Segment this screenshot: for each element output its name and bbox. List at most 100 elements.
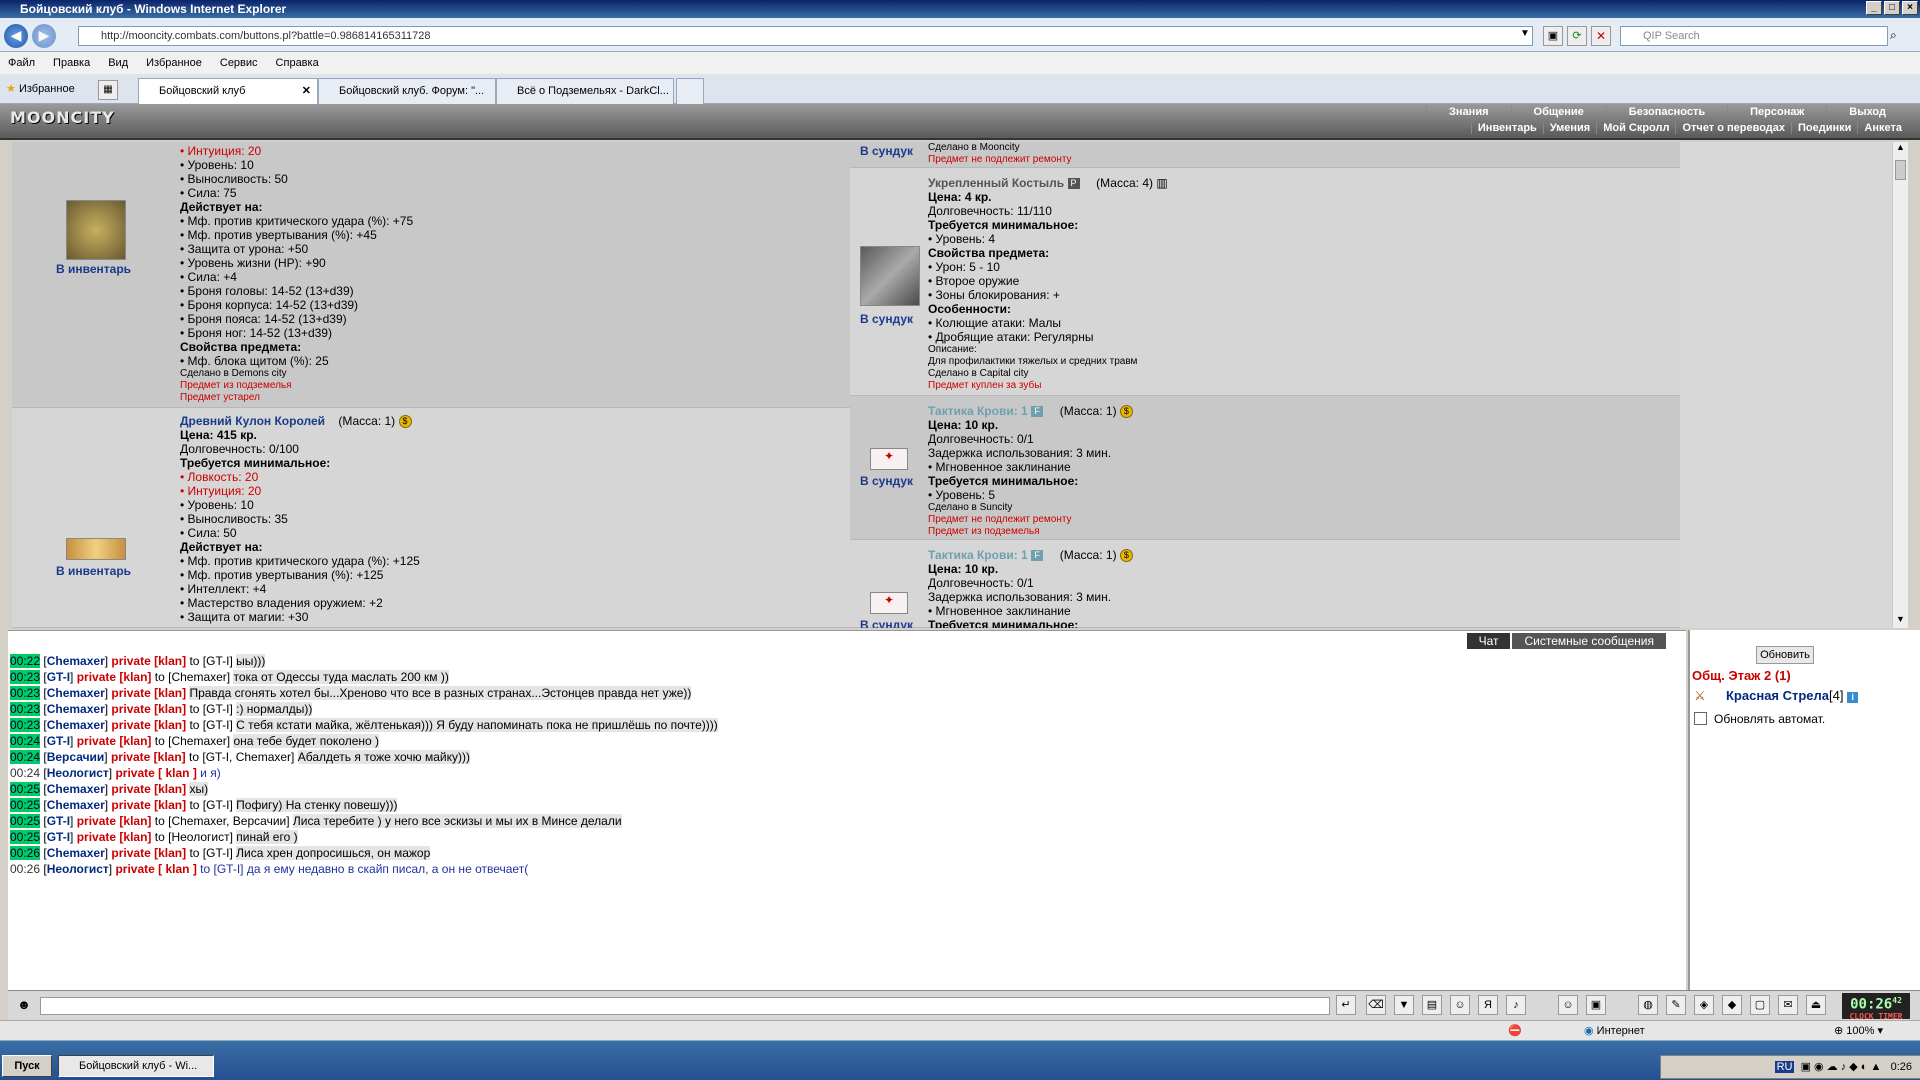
chat-time[interactable]: 00:23 [10, 702, 41, 716]
chat-author[interactable]: GT-I [47, 814, 70, 828]
chat-private-tag[interactable]: private [klan] [111, 702, 186, 716]
menu-edit[interactable]: Правка [53, 52, 90, 74]
user-name[interactable]: Красная Стрела [1726, 688, 1829, 703]
url-input[interactable]: http://mooncity.combats.com/buttons.pl?b… [78, 26, 1533, 46]
chat-recipient[interactable]: to [Chemaxer] [155, 734, 230, 748]
scroll-down-icon[interactable]: ▼ [1893, 614, 1908, 628]
chat-private-tag[interactable]: private [klan] [111, 798, 186, 812]
new-tab-button[interactable] [676, 78, 704, 104]
taskbar-item-ie[interactable]: Бойцовский клуб - Wi... [58, 1055, 214, 1077]
nav-my-scroll[interactable]: Мой Скролл [1596, 122, 1675, 134]
forward-button[interactable]: ▶ [32, 24, 56, 48]
smile-icon[interactable]: ☺ [1558, 995, 1578, 1015]
search-icon[interactable]: ⌕ [1890, 28, 1897, 43]
chat-author[interactable]: Chemaxer [47, 798, 105, 812]
chat-private-tag[interactable]: private [ klan ] [115, 862, 196, 876]
tab-system-messages[interactable]: Системные сообщения [1512, 633, 1666, 649]
chat-author[interactable]: Chemaxer [47, 654, 105, 668]
chat-time[interactable]: 00:25 [10, 814, 41, 828]
chat-private-tag[interactable]: private [klan] [111, 686, 186, 700]
translit-icon[interactable]: Я [1478, 995, 1498, 1015]
to-inventory-link[interactable]: В инвентарь [56, 564, 131, 578]
exit-icon[interactable]: ⏏ [1806, 995, 1826, 1015]
chat-time[interactable]: 00:24 [10, 750, 41, 764]
nav-inventory[interactable]: Инвентарь [1470, 122, 1543, 134]
menu-favorites[interactable]: Избранное [146, 52, 202, 74]
filter-icon[interactable]: ▼ [1394, 995, 1414, 1015]
stop-icon[interactable]: ✕ [1591, 26, 1611, 46]
close-tab-icon[interactable]: ✕ [302, 79, 311, 103]
chat-private-tag[interactable]: private [klan] [77, 814, 152, 828]
chat-time[interactable]: 00:25 [10, 782, 41, 796]
nav-chat[interactable]: Общение [1510, 106, 1606, 118]
armor-icon[interactable]: ◆ [1722, 995, 1742, 1015]
chat-recipient[interactable]: to [GT-I, Chemaxer] [189, 750, 294, 764]
chat-recipient[interactable]: to [Неологист] [155, 830, 233, 844]
tab-forum[interactable]: Бойцовский клуб. Форум: "... [318, 78, 496, 104]
url-dropdown-icon[interactable]: ▼ [1520, 28, 1530, 39]
item-name[interactable]: Укрепленный Костыль [928, 176, 1064, 190]
auto-refresh-checkbox[interactable] [1694, 712, 1707, 725]
save-icon[interactable]: ▤ [1422, 995, 1442, 1015]
zoom-level[interactable]: ⊕ 100% ▾ [1834, 1021, 1883, 1041]
to-chest-link[interactable]: В сундук [860, 474, 913, 488]
chat-recipient[interactable]: to [GT-I] [200, 862, 243, 876]
chat-input[interactable] [40, 997, 1330, 1015]
to-chest-link[interactable]: В сундук [860, 144, 913, 158]
chat-author[interactable]: GT-I [47, 670, 70, 684]
start-button[interactable]: Пуск [2, 1055, 52, 1077]
item-name[interactable]: Древний Кулон Королей [180, 414, 325, 428]
chat-time[interactable]: 00:24 [10, 734, 41, 748]
chat-recipient[interactable]: to [GT-I] [189, 846, 232, 860]
clear-icon[interactable]: ⌫ [1366, 995, 1386, 1015]
chat-private-tag[interactable]: private [klan] [77, 830, 152, 844]
chat-private-tag[interactable]: private [klan] [77, 734, 152, 748]
chat-private-tag[interactable]: private [klan] [111, 782, 186, 796]
close-window-button[interactable]: × [1902, 1, 1918, 15]
item-name[interactable]: Тактика Крови: 1 [928, 404, 1028, 418]
to-chest-link[interactable]: В сундук [860, 618, 913, 628]
menu-view[interactable]: Вид [108, 52, 128, 74]
lock-icon[interactable]: ▢ [1750, 995, 1770, 1015]
chat-private-tag[interactable]: private [klan] [111, 846, 186, 860]
chat-time[interactable]: 00:26 [10, 846, 41, 860]
chat-author[interactable]: GT-I [47, 734, 70, 748]
back-button[interactable]: ◀ [4, 24, 28, 48]
nav-skills[interactable]: Умения [1542, 122, 1596, 134]
chat-private-tag[interactable]: private [klan] [77, 670, 152, 684]
chat-author[interactable]: Chemaxer [47, 846, 105, 860]
nav-transfers[interactable]: Отчет о переводах [1675, 122, 1791, 134]
chat-time[interactable]: 00:23 [10, 670, 41, 684]
chat-time[interactable]: 00:23 [10, 686, 41, 700]
scroll-up-icon[interactable]: ▲ [1893, 142, 1908, 156]
chat-author[interactable]: Chemaxer [47, 702, 105, 716]
tab-chat[interactable]: Чат [1466, 633, 1511, 649]
quick-tabs-icon[interactable]: ▦ [98, 80, 118, 100]
menu-help[interactable]: Справка [276, 52, 319, 74]
chat-recipient[interactable]: to [GT-I] [189, 718, 232, 732]
refresh-icon[interactable]: ⟳ [1567, 26, 1587, 46]
refresh-button[interactable]: Обновить [1756, 646, 1814, 664]
menu-tools[interactable]: Сервис [220, 52, 258, 74]
favorites-button[interactable]: ★ Избранное [6, 82, 75, 95]
chat-author[interactable]: Chemaxer [47, 686, 105, 700]
chat-author[interactable]: Версачии [47, 750, 105, 764]
nav-fights[interactable]: Поединки [1791, 122, 1857, 134]
menu-file[interactable]: Файл [8, 52, 35, 74]
info-icon[interactable]: i [1847, 692, 1859, 703]
nav-exit[interactable]: Выход [1826, 106, 1908, 118]
compat-icon[interactable]: ▣ [1543, 26, 1563, 46]
chat-private-tag[interactable]: private [klan] [111, 718, 186, 732]
nav-security[interactable]: Безопасность [1605, 106, 1727, 118]
speech-icon[interactable]: ✉ [1778, 995, 1798, 1015]
send-icon[interactable]: ↵ [1336, 995, 1356, 1015]
search-input[interactable]: QIP Search [1620, 26, 1888, 46]
chat-author[interactable]: Неологист [47, 862, 109, 876]
chat-time[interactable]: 00:24 [10, 766, 40, 780]
chat-options-icon[interactable]: ☻ [14, 997, 34, 1015]
nav-character[interactable]: Персонаж [1727, 106, 1826, 118]
chat-recipient[interactable]: to [Chemaxer] [155, 670, 230, 684]
chat-recipient[interactable]: to [Chemaxer, Версачии] [155, 814, 290, 828]
tab-dungeons[interactable]: Всё о Подземельях - DarkCl... [496, 78, 674, 104]
person-icon[interactable]: ☺ [1450, 995, 1470, 1015]
